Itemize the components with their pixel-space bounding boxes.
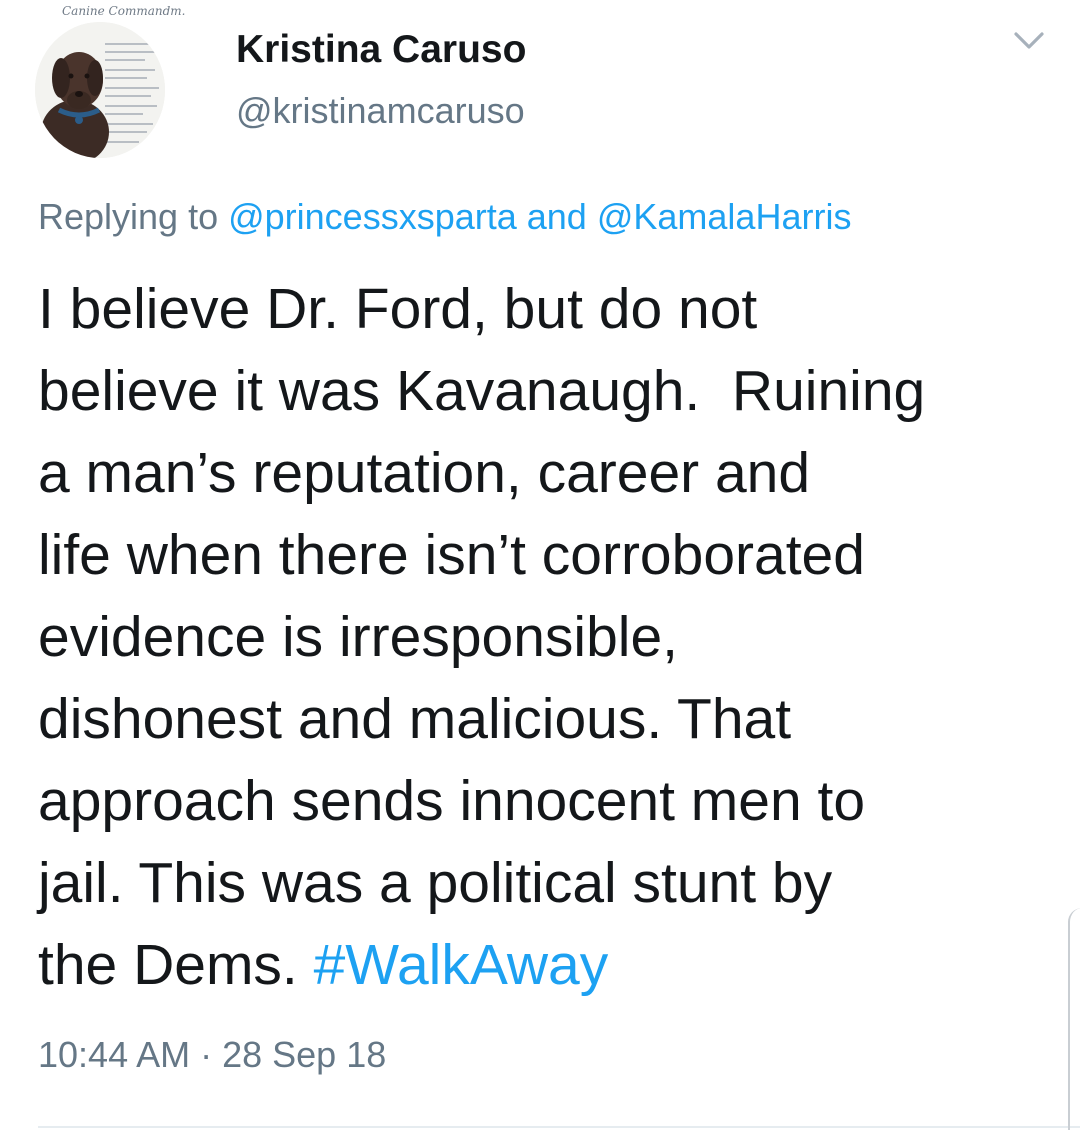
avatar-caption: Canine Commandm. — [62, 4, 186, 18]
tweet-timestamp[interactable]: 10:44 AM · 28 Sep 18 — [38, 1034, 386, 1076]
tweet-text-line: I believe Dr. Ford, but do not — [38, 277, 758, 341]
user-handle[interactable]: @kristinamcaruso — [236, 90, 525, 132]
hashtag-link[interactable]: #WalkAway — [314, 933, 609, 997]
tweet-text-line: believe it was Kavanaugh. Ruining — [38, 359, 926, 423]
replying-to: Replying to @princessxsparta and @Kamala… — [38, 196, 851, 238]
display-name[interactable]: Kristina Caruso — [236, 28, 526, 72]
tweet-text-line: approach sends innocent men to — [38, 769, 866, 833]
avatar-image — [35, 22, 165, 158]
tweet-card: Canine Commandm. Kristina Caruso @kristi… — [0, 0, 1080, 1130]
tweet-text-line: life when there isn’t corroborated — [38, 523, 865, 587]
avatar[interactable] — [35, 22, 165, 158]
tweet-text-line: the Dems. #WalkAway — [38, 924, 1048, 1006]
replying-prefix: Replying to — [38, 196, 229, 237]
tweet-menu-button[interactable] — [1008, 26, 1050, 56]
tweet-text-line: dishonest and malicious. That — [38, 687, 792, 751]
divider — [38, 1126, 1080, 1128]
tweet-text: I believe Dr. Ford, but do not believe i… — [38, 268, 1048, 1006]
mention-link[interactable]: @KamalaHarris — [597, 196, 852, 237]
mention-link[interactable]: @princessxsparta — [228, 196, 517, 237]
tweet-text-line: evidence is irresponsible, — [38, 605, 678, 669]
tweet-text-line: jail. This was a political stunt by — [38, 851, 833, 915]
adjacent-card-edge — [1068, 908, 1080, 1130]
replying-joiner: and — [516, 196, 597, 237]
tweet-text-line: a man’s reputation, career and — [38, 441, 811, 505]
chevron-down-icon — [1014, 32, 1044, 49]
tweet-text-tail: the Dems. — [38, 933, 314, 997]
